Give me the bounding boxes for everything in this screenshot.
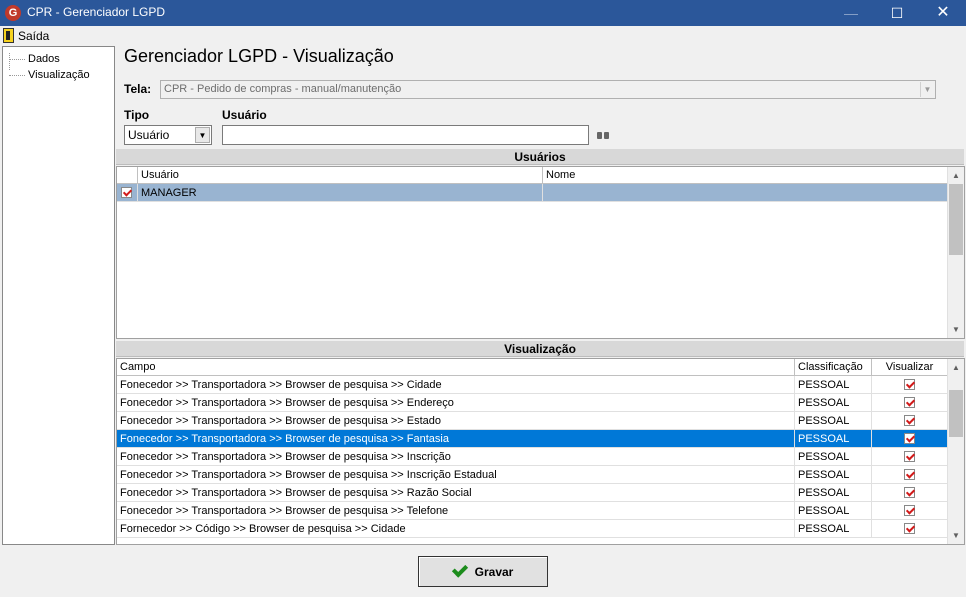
nome-cell bbox=[543, 184, 948, 202]
usuario-label: Usuário bbox=[222, 108, 267, 122]
scroll-thumb[interactable] bbox=[949, 184, 963, 255]
binoculars-search-icon[interactable] bbox=[597, 130, 610, 140]
checkbox-checked-icon[interactable] bbox=[904, 487, 915, 498]
scroll-up-icon[interactable]: ▲ bbox=[948, 359, 964, 376]
visualizacao-section-header: Visualização bbox=[116, 341, 964, 357]
row-checkbox-cell[interactable] bbox=[117, 184, 138, 202]
checkbox-checked-icon[interactable] bbox=[904, 379, 915, 390]
page-title: Gerenciador LGPD - Visualização bbox=[124, 46, 394, 66]
checkbox-checked-icon[interactable] bbox=[904, 415, 915, 426]
exit-door-icon bbox=[3, 28, 14, 43]
scroll-down-icon[interactable]: ▼ bbox=[948, 527, 964, 544]
table-row[interactable]: Fonecedor >> Transportadora >> Browser d… bbox=[117, 448, 948, 466]
checkbox-checked-icon[interactable] bbox=[904, 523, 915, 534]
campo-cell: Fonecedor >> Transportadora >> Browser d… bbox=[117, 484, 795, 502]
table-row[interactable]: Fonecedor >> Transportadora >> Browser d… bbox=[117, 394, 948, 412]
visualizar-cell[interactable] bbox=[872, 412, 948, 430]
checkbox-checked-icon[interactable] bbox=[904, 469, 915, 480]
maximize-icon[interactable]: ☐ bbox=[874, 0, 920, 26]
column-header-visualizar[interactable]: Visualizar bbox=[872, 359, 948, 376]
checkbox-checked-icon[interactable] bbox=[904, 433, 915, 444]
campo-cell: Fonecedor >> Transportadora >> Browser d… bbox=[117, 376, 795, 394]
classificacao-cell: PESSOAL bbox=[795, 430, 872, 448]
minimize-icon[interactable]: — bbox=[828, 0, 874, 26]
usuarios-grid: Usuário Nome MANAGER ▲ ▼ bbox=[116, 166, 965, 339]
table-row[interactable]: MANAGER bbox=[117, 184, 948, 202]
visualizar-cell[interactable] bbox=[872, 448, 948, 466]
menu-saida-label: Saída bbox=[18, 28, 50, 43]
visualizar-cell[interactable] bbox=[872, 376, 948, 394]
visualizar-cell[interactable] bbox=[872, 394, 948, 412]
table-row[interactable]: Fonecedor >> Transportadora >> Browser d… bbox=[117, 502, 948, 520]
chevron-down-icon: ▼ bbox=[920, 82, 934, 97]
tree-item-visualizacao[interactable]: Visualização bbox=[9, 68, 90, 82]
menu-saida[interactable]: Saída bbox=[3, 27, 49, 44]
app-logo-icon: G bbox=[5, 5, 21, 21]
visualizar-cell[interactable] bbox=[872, 484, 948, 502]
classificacao-cell: PESSOAL bbox=[795, 376, 872, 394]
checkbox-checked-icon[interactable] bbox=[904, 397, 915, 408]
visualizacao-scrollbar[interactable]: ▲ ▼ bbox=[947, 359, 964, 544]
usuario-input[interactable] bbox=[222, 125, 589, 145]
table-row[interactable]: Fonecedor >> Transportadora >> Browser d… bbox=[117, 412, 948, 430]
tela-label: Tela: bbox=[124, 82, 152, 96]
column-header-usuario[interactable]: Usuário bbox=[138, 167, 543, 184]
close-icon[interactable]: ✕ bbox=[920, 0, 966, 26]
checkbox-checked-icon[interactable] bbox=[121, 187, 132, 198]
visualizacao-grid: Campo Classificação Visualizar Fonecedor… bbox=[116, 358, 965, 545]
classificacao-cell: PESSOAL bbox=[795, 520, 872, 538]
usuario-cell: MANAGER bbox=[138, 184, 543, 202]
classificacao-cell: PESSOAL bbox=[795, 502, 872, 520]
classificacao-cell: PESSOAL bbox=[795, 466, 872, 484]
chevron-down-icon[interactable]: ▼ bbox=[195, 127, 210, 143]
checkbox-checked-icon[interactable] bbox=[904, 451, 915, 462]
campo-cell: Fonecedor >> Transportadora >> Browser d… bbox=[117, 466, 795, 484]
usuarios-section-header: Usuários bbox=[116, 149, 964, 165]
campo-cell: Fonecedor >> Transportadora >> Browser d… bbox=[117, 502, 795, 520]
tipo-value: Usuário bbox=[128, 128, 170, 142]
tree-item-dados[interactable]: Dados bbox=[9, 52, 60, 66]
window-title: CPR - Gerenciador LGPD bbox=[27, 5, 166, 19]
column-header-check bbox=[117, 167, 138, 184]
tipo-select[interactable]: Usuário ▼ bbox=[124, 125, 212, 145]
scroll-down-icon[interactable]: ▼ bbox=[948, 321, 964, 338]
tree-item-label: Visualização bbox=[28, 69, 90, 81]
table-row[interactable]: Fonecedor >> Transportadora >> Browser d… bbox=[117, 466, 948, 484]
visualizar-cell[interactable] bbox=[872, 430, 948, 448]
classificacao-cell: PESSOAL bbox=[795, 394, 872, 412]
visualizar-cell[interactable] bbox=[872, 466, 948, 484]
menu-bar: Saída bbox=[0, 26, 966, 45]
classificacao-cell: PESSOAL bbox=[795, 412, 872, 430]
campo-cell: Fornecedor >> Código >> Browser de pesqu… bbox=[117, 520, 795, 538]
classificacao-cell: PESSOAL bbox=[795, 448, 872, 466]
table-row-selected[interactable]: Fonecedor >> Transportadora >> Browser d… bbox=[117, 430, 948, 448]
classificacao-cell: PESSOAL bbox=[795, 484, 872, 502]
campo-cell: Fonecedor >> Transportadora >> Browser d… bbox=[117, 394, 795, 412]
tree-item-label: Dados bbox=[28, 53, 60, 65]
table-row[interactable]: Fonecedor >> Transportadora >> Browser d… bbox=[117, 484, 948, 502]
table-row[interactable]: Fornecedor >> Código >> Browser de pesqu… bbox=[117, 520, 948, 538]
column-header-campo[interactable]: Campo bbox=[117, 359, 795, 376]
visualizar-cell[interactable] bbox=[872, 520, 948, 538]
scroll-thumb[interactable] bbox=[949, 390, 963, 437]
campo-cell: Fonecedor >> Transportadora >> Browser d… bbox=[117, 448, 795, 466]
title-bar: G CPR - Gerenciador LGPD — ☐ ✕ bbox=[0, 0, 966, 26]
tipo-label: Tipo bbox=[124, 108, 150, 122]
tela-value: CPR - Pedido de compras - manual/manuten… bbox=[164, 83, 402, 95]
tela-select: CPR - Pedido de compras - manual/manuten… bbox=[160, 80, 936, 99]
campo-cell: Fonecedor >> Transportadora >> Browser d… bbox=[117, 430, 795, 448]
table-row[interactable]: Fonecedor >> Transportadora >> Browser d… bbox=[117, 376, 948, 394]
gravar-label: Gravar bbox=[474, 564, 514, 579]
scroll-up-icon[interactable]: ▲ bbox=[948, 167, 964, 184]
gravar-button[interactable]: Gravar bbox=[418, 556, 548, 587]
visualizar-cell[interactable] bbox=[872, 502, 948, 520]
column-header-classificacao[interactable]: Classificação bbox=[795, 359, 872, 376]
usuarios-scrollbar[interactable]: ▲ ▼ bbox=[947, 167, 964, 338]
campo-cell: Fonecedor >> Transportadora >> Browser d… bbox=[117, 412, 795, 430]
column-header-nome[interactable]: Nome bbox=[543, 167, 948, 184]
checkmark-icon bbox=[451, 561, 468, 578]
checkbox-checked-icon[interactable] bbox=[904, 505, 915, 516]
navigation-tree: Dados Visualização bbox=[2, 46, 115, 545]
